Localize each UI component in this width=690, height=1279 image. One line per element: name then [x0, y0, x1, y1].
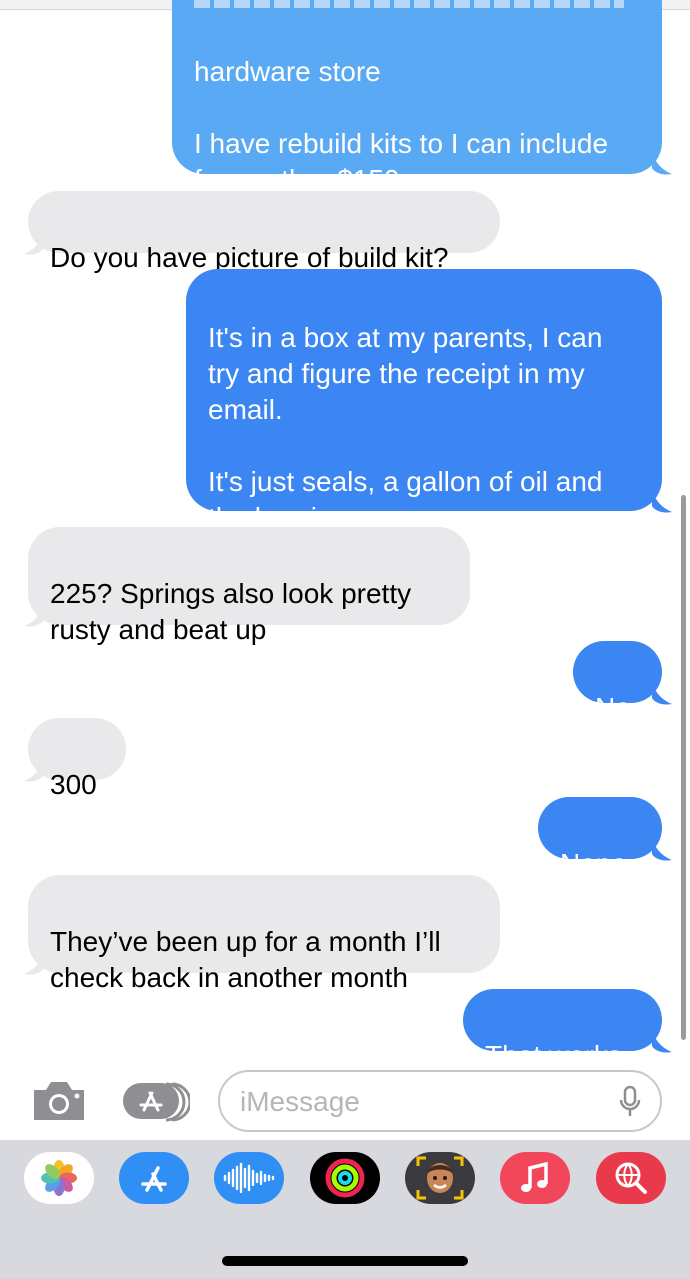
bubble-tail: [652, 680, 672, 705]
bubble-tail: [24, 757, 44, 782]
compose-bar: [0, 1062, 690, 1140]
bubble-tail: [24, 950, 44, 975]
app-drawer-music[interactable]: [500, 1152, 570, 1204]
message-bubble-outgoing[interactable]: Nope: [538, 797, 662, 879]
dictation-button[interactable]: [618, 1085, 642, 1119]
app-drawer: [0, 1140, 690, 1279]
message-text: No: [595, 692, 631, 723]
activity-rings-icon: [325, 1158, 365, 1198]
camera-button[interactable]: [30, 1078, 88, 1124]
message-bubble-incoming[interactable]: Do you have picture of build kit?: [28, 191, 500, 273]
app-drawer-audio-message[interactable]: [214, 1152, 284, 1204]
message-bubble-incoming[interactable]: They’ve been up for a month I’ll check b…: [28, 875, 500, 993]
bubble-tail: [652, 836, 672, 861]
message-bubble-outgoing[interactable]: No: [573, 641, 662, 723]
message-text: hardware store I have rebuild kits to I …: [194, 56, 609, 195]
message-text: Nope: [560, 848, 627, 879]
photos-icon: [41, 1160, 77, 1196]
bubble-tail: [652, 150, 672, 175]
message-text: 225? Springs also look pretty rusty and …: [50, 578, 412, 645]
bubble-tail: [24, 230, 44, 255]
waveform-icon: [223, 1162, 275, 1194]
bubble-tail: [652, 1028, 672, 1053]
app-drawer-activity[interactable]: [310, 1152, 380, 1204]
message-thread[interactable]: hardware store I have rebuild kits to I …: [0, 0, 690, 1071]
message-bubble-outgoing[interactable]: It's in a box at my parents, I can try a…: [186, 269, 662, 533]
bubble-tail: [652, 488, 672, 513]
home-indicator[interactable]: [222, 1256, 468, 1266]
apps-button[interactable]: [120, 1078, 192, 1124]
scrollbar[interactable]: [681, 495, 686, 1040]
app-drawer-images-search[interactable]: [596, 1152, 666, 1204]
camera-icon: [34, 1082, 84, 1120]
app-drawer-photos[interactable]: [24, 1152, 94, 1204]
message-text: It's in a box at my parents, I can try a…: [208, 322, 603, 533]
music-note-icon: [521, 1161, 548, 1192]
app-store-icon: [141, 1166, 167, 1192]
app-drawer-app-store[interactable]: [119, 1152, 189, 1204]
app-drawer-memoji[interactable]: [405, 1152, 475, 1204]
message-text: 300: [50, 769, 97, 800]
microphone-icon: [619, 1085, 641, 1116]
globe-search-icon: [615, 1162, 647, 1194]
message-input[interactable]: [240, 1084, 600, 1120]
message-input-field[interactable]: [218, 1070, 662, 1132]
app-store-icon: [123, 1082, 192, 1122]
message-text: They’ve been up for a month I’ll check b…: [50, 926, 441, 993]
message-bubble-outgoing[interactable]: That works: [463, 989, 662, 1071]
bubble-tail: [24, 602, 44, 627]
message-bubble-outgoing[interactable]: hardware store I have rebuild kits to I …: [172, 0, 662, 195]
message-bubble-incoming[interactable]: 225? Springs also look pretty rusty and …: [28, 527, 470, 645]
cut-off-text-line: [194, 0, 634, 14]
memoji-icon: [416, 1156, 464, 1200]
